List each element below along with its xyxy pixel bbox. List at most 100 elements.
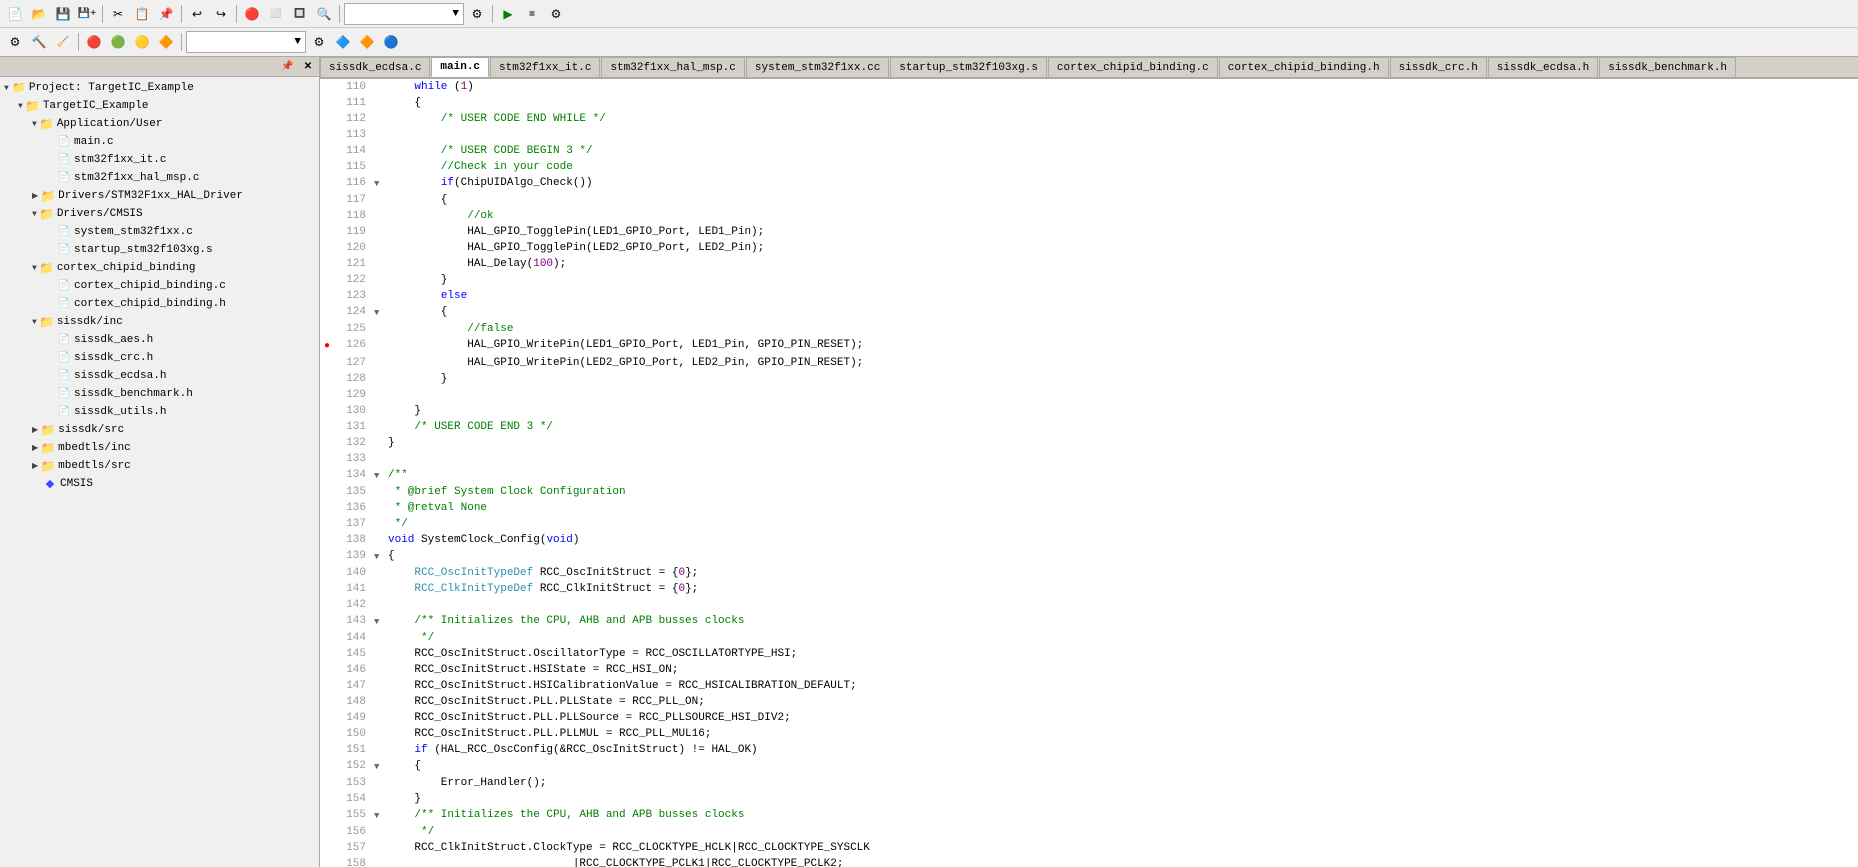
code-content-147[interactable]: RCC_OscInitStruct.HSICalibrationValue = …: [388, 678, 857, 694]
collapse-btn[interactable]: ▼: [374, 308, 379, 318]
code-content-151[interactable]: if (HAL_RCC_OscConfig(&RCC_OscInitStruct…: [388, 742, 758, 758]
code-content-125[interactable]: //false: [388, 321, 513, 337]
code-content-132[interactable]: }: [388, 435, 395, 451]
toolbar2-btn6[interactable]: 🟡: [131, 31, 153, 53]
toolbar-bkpt3-btn[interactable]: 🔲: [289, 3, 311, 25]
code-content-131[interactable]: /* USER CODE END 3 */: [388, 419, 553, 435]
toolbar2-btn2[interactable]: 🔨: [28, 31, 50, 53]
tree-item-stm32f1xx_hal_msp_c[interactable]: 📄stm32f1xx_hal_msp.c: [2, 169, 317, 187]
code-content-146[interactable]: RCC_OscInitStruct.HSIState = RCC_HSI_ON;: [388, 662, 678, 678]
collapse-btn[interactable]: ▼: [374, 179, 379, 189]
toolbar-redo-btn[interactable]: ↪: [210, 3, 232, 25]
code-content-128[interactable]: }: [388, 371, 447, 387]
collapse-cell-152[interactable]: ▼: [374, 758, 388, 775]
tree-item-sissdk_inc[interactable]: ▼📁sissdk/inc: [2, 313, 317, 331]
toolbar-target-settings-btn[interactable]: ⚙: [466, 3, 488, 25]
tree-caret[interactable]: ▼: [32, 210, 37, 219]
tree-item-mbedtls_inc[interactable]: ▶📁mbedtls/inc: [2, 439, 317, 457]
tree-item-cortex_chipid_binding[interactable]: ▼📁cortex_chipid_binding: [2, 259, 317, 277]
code-content-143[interactable]: /** Initializes the CPU, AHB and APB bus…: [388, 613, 744, 629]
toolbar-stop-btn[interactable]: ⏹: [521, 3, 543, 25]
toolbar-copy-btn[interactable]: 📋: [131, 3, 153, 25]
panel-pin-btn[interactable]: 📌: [280, 60, 294, 74]
collapse-btn[interactable]: ▼: [374, 552, 379, 562]
code-content-145[interactable]: RCC_OscInitStruct.OscillatorType = RCC_O…: [388, 646, 797, 662]
tree-item-cortex_chipid_binding_h[interactable]: 📄cortex_chipid_binding.h: [2, 295, 317, 313]
code-content-120[interactable]: HAL_GPIO_TogglePin(LED2_GPIO_Port, LED2_…: [388, 240, 764, 256]
toolbar-undo-btn[interactable]: ↩: [186, 3, 208, 25]
tab-cortex_c[interactable]: cortex_chipid_binding.c: [1048, 57, 1218, 77]
code-content-130[interactable]: }: [388, 403, 421, 419]
tree-item-system_stm32f1xx_c[interactable]: 📄system_stm32f1xx.c: [2, 223, 317, 241]
code-content-115[interactable]: //Check in your code: [388, 159, 573, 175]
tab-sissdk_ecdsa_h[interactable]: sissdk_ecdsa.h: [1488, 57, 1598, 77]
toolbar-run-btn[interactable]: ▶: [497, 3, 519, 25]
code-content-118[interactable]: //ok: [388, 208, 494, 224]
tree-caret[interactable]: ▶: [32, 461, 38, 471]
code-content-155[interactable]: /** Initializes the CPU, AHB and APB bus…: [388, 807, 744, 823]
tree-item-sissdk_crc_h[interactable]: 📄sissdk_crc.h: [2, 349, 317, 367]
tab-sissdk_benchmark[interactable]: sissdk_benchmark.h: [1599, 57, 1736, 77]
project-dropdown[interactable]: ▼: [186, 31, 306, 53]
collapse-btn[interactable]: ▼: [374, 471, 379, 481]
toolbar-bkpt2-btn[interactable]: ⬜: [265, 3, 287, 25]
toolbar2-btn7[interactable]: 🔶: [155, 31, 177, 53]
toolbar-extra-btn[interactable]: ⚙: [545, 3, 567, 25]
toolbar2-extra2-btn[interactable]: 🔶: [356, 31, 378, 53]
toolbar-bkpt-btn[interactable]: 🔴: [241, 3, 263, 25]
tree-item-sissdk_ecdsa_h[interactable]: 📄sissdk_ecdsa.h: [2, 367, 317, 385]
code-content-158[interactable]: |RCC_CLOCKTYPE_PCLK1|RCC_CLOCKTYPE_PCLK2…: [388, 856, 843, 867]
tree-item-root[interactable]: ▼📁Project: TargetIC_Example: [2, 79, 317, 97]
code-content-117[interactable]: {: [388, 192, 447, 208]
toolbar2-extra3-btn[interactable]: 🔵: [380, 31, 402, 53]
toolbar2-extra1-btn[interactable]: 🔷: [332, 31, 354, 53]
collapse-cell-116[interactable]: ▼: [374, 175, 388, 192]
toolbar-open-btn[interactable]: 📂: [28, 3, 50, 25]
tab-startup[interactable]: startup_stm32f103xg.s: [890, 57, 1047, 77]
toolbar-saveall-btn[interactable]: 💾+: [76, 3, 98, 25]
code-content-152[interactable]: {: [388, 758, 421, 774]
code-content-148[interactable]: RCC_OscInitStruct.PLL.PLLState = RCC_PLL…: [388, 694, 705, 710]
collapse-btn[interactable]: ▼: [374, 762, 379, 772]
code-content-157[interactable]: RCC_ClkInitStruct.ClockType = RCC_CLOCKT…: [388, 840, 870, 856]
toolbar-save-btn[interactable]: 💾: [52, 3, 74, 25]
code-content-122[interactable]: }: [388, 272, 447, 288]
code-content-119[interactable]: HAL_GPIO_TogglePin(LED1_GPIO_Port, LED1_…: [388, 224, 764, 240]
tree-item-cmsis[interactable]: ◆CMSIS: [2, 475, 317, 493]
tree-caret[interactable]: ▶: [32, 425, 38, 435]
collapse-cell-155[interactable]: ▼: [374, 807, 388, 824]
toolbar2-btn5[interactable]: 🟢: [107, 31, 129, 53]
code-content-150[interactable]: RCC_OscInitStruct.PLL.PLLMUL = RCC_PLL_M…: [388, 726, 711, 742]
toolbar2-settings-btn[interactable]: ⚙: [308, 31, 330, 53]
toolbar-cut-btn[interactable]: ✂: [107, 3, 129, 25]
code-content-141[interactable]: RCC_ClkInitTypeDef RCC_ClkInitStruct = {…: [388, 581, 698, 597]
breakpoint-gutter-126[interactable]: ●: [320, 337, 334, 355]
tree-item-drivers_cmsis[interactable]: ▼📁Drivers/CMSIS: [2, 205, 317, 223]
code-content-133[interactable]: [388, 451, 395, 467]
code-content-153[interactable]: Error_Handler();: [388, 775, 546, 791]
tree-item-app_user[interactable]: ▼📁Application/User: [2, 115, 317, 133]
code-content-129[interactable]: [388, 387, 395, 403]
code-content-127[interactable]: HAL_GPIO_WritePin(LED2_GPIO_Port, LED2_P…: [388, 355, 863, 371]
code-content-121[interactable]: HAL_Delay(100);: [388, 256, 566, 272]
code-editor[interactable]: 110 while (1)111 {112 /* USER CODE END W…: [320, 79, 1858, 867]
code-content-111[interactable]: {: [388, 95, 421, 111]
collapse-cell-124[interactable]: ▼: [374, 304, 388, 321]
target-dropdown[interactable]: ▼: [344, 3, 464, 25]
tab-cortex_h[interactable]: cortex_chipid_binding.h: [1219, 57, 1389, 77]
toolbar-new-btn[interactable]: 📄: [4, 3, 26, 25]
tree-item-mbedtls_src[interactable]: ▶📁mbedtls/src: [2, 457, 317, 475]
tree-item-main_c[interactable]: 📄main.c: [2, 133, 317, 151]
code-content-149[interactable]: RCC_OscInitStruct.PLL.PLLSource = RCC_PL…: [388, 710, 791, 726]
tab-stm32f1xx_it_c[interactable]: stm32f1xx_it.c: [490, 57, 600, 77]
code-content-138[interactable]: void SystemClock_Config(void): [388, 532, 579, 548]
code-content-156[interactable]: */: [388, 824, 434, 840]
code-content-154[interactable]: }: [388, 791, 421, 807]
code-content-136[interactable]: * @retval None: [388, 500, 487, 516]
tree-item-sissdk_benchmark_h[interactable]: 📄sissdk_benchmark.h: [2, 385, 317, 403]
code-content-144[interactable]: */: [388, 630, 434, 646]
tree-caret[interactable]: ▶: [32, 191, 38, 201]
tree-item-stm32f1xx_it_c[interactable]: 📄stm32f1xx_it.c: [2, 151, 317, 169]
tree-item-sissdk_src[interactable]: ▶📁sissdk/src: [2, 421, 317, 439]
code-content-126[interactable]: HAL_GPIO_WritePin(LED1_GPIO_Port, LED1_P…: [388, 337, 863, 353]
